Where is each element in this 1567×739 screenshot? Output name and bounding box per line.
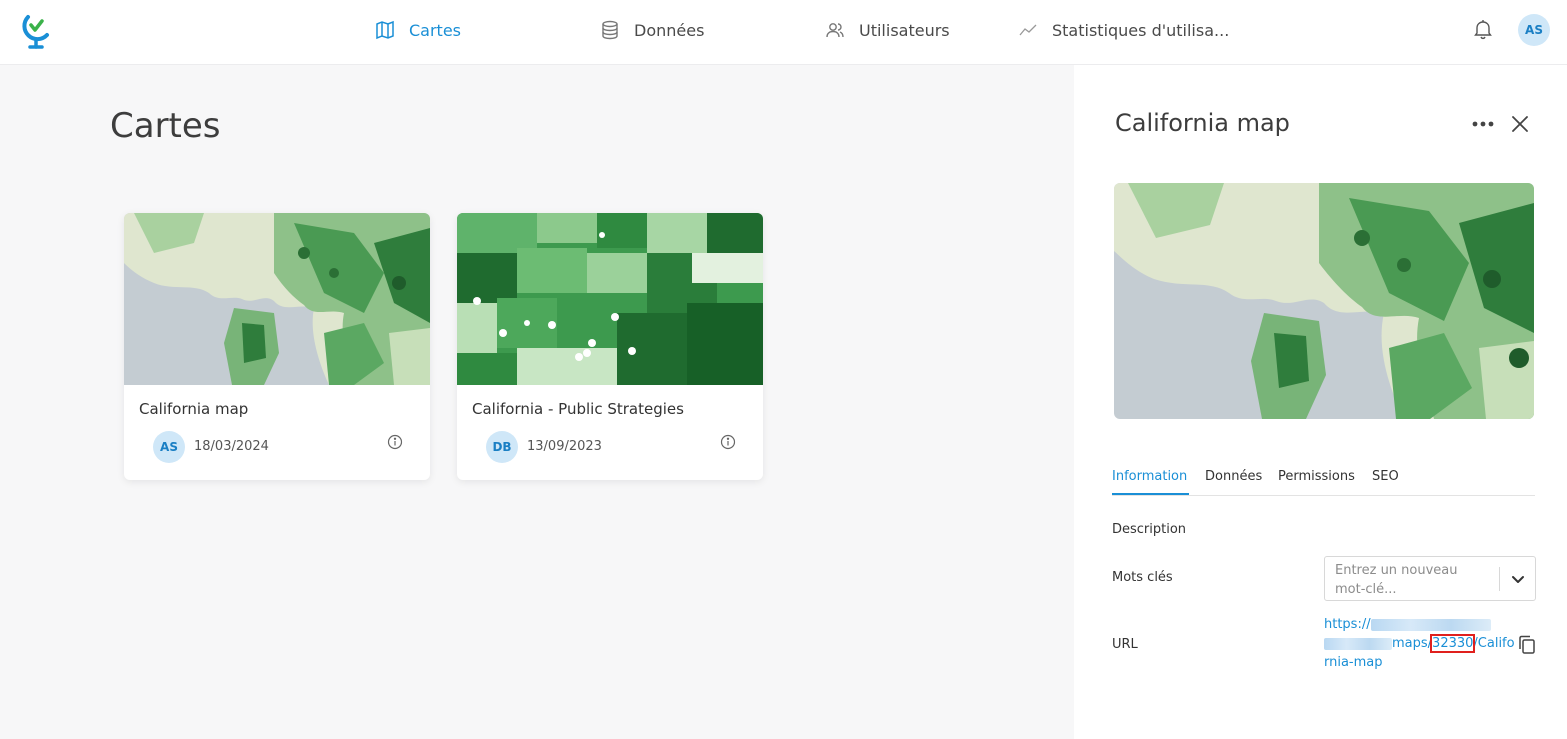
- url-prefix: https://: [1324, 617, 1371, 632]
- bell-icon[interactable]: [1471, 17, 1495, 41]
- keywords-label: Mots clés: [1112, 570, 1173, 585]
- close-icon[interactable]: [1510, 114, 1530, 134]
- copy-icon[interactable]: [1518, 635, 1536, 655]
- map-card[interactable]: California map AS 18/03/2024: [124, 213, 430, 480]
- panel-title: California map: [1115, 109, 1290, 137]
- active-tab-indicator: [1112, 493, 1189, 495]
- keywords-placeholder: Entrez un nouveau mot-clé...: [1335, 563, 1458, 597]
- more-options-button[interactable]: [1470, 112, 1496, 136]
- map-card[interactable]: California - Public Strategies DB 13/09/…: [457, 213, 763, 480]
- page-title: Cartes: [110, 106, 221, 146]
- description-label: Description: [1112, 522, 1187, 537]
- redacted-domain: [1370, 618, 1491, 631]
- info-icon[interactable]: [720, 434, 736, 450]
- nav-item-statistiques[interactable]: Statistiques d'utilisa...: [1018, 0, 1229, 60]
- card-date: 18/03/2024: [194, 439, 269, 454]
- avatar: AS: [153, 431, 185, 463]
- map-thumbnail: [124, 213, 430, 385]
- panel-tabs: Information Données Permissions SEO: [1112, 461, 1535, 496]
- more-horizontal-icon: [1472, 121, 1494, 127]
- map-thumbnail: [457, 213, 763, 385]
- nav-item-label: Statistiques d'utilisa...: [1052, 20, 1230, 40]
- nav-item-donnees[interactable]: Données: [600, 0, 704, 60]
- url-map-id: 32330: [1430, 634, 1476, 653]
- map-url-link[interactable]: https://maps/32330/California-map: [1324, 615, 1516, 672]
- redacted-path: [1324, 637, 1392, 650]
- keywords-input[interactable]: Entrez un nouveau mot-clé...: [1324, 556, 1536, 601]
- nav-item-label: Données: [634, 20, 705, 40]
- nav-item-label: Utilisateurs: [859, 20, 950, 40]
- nav-item-utilisateurs[interactable]: Utilisateurs: [825, 0, 950, 60]
- user-avatar[interactable]: AS: [1518, 14, 1550, 46]
- map-details-panel: California map Information Données Permi…: [1074, 65, 1567, 739]
- nav-item-label: Cartes: [409, 20, 462, 40]
- card-title: California - Public Strategies: [472, 400, 684, 418]
- top-navigation-bar: Cartes Données Utilisateurs Statistiques…: [0, 0, 1567, 65]
- tab-donnees[interactable]: Données: [1205, 469, 1262, 484]
- app-logo-icon[interactable]: [20, 11, 52, 49]
- chevron-down-icon[interactable]: [1509, 570, 1527, 588]
- info-icon[interactable]: [387, 434, 403, 450]
- database-icon: [602, 20, 618, 40]
- chart-line-icon: [1019, 24, 1037, 36]
- avatar: DB: [486, 431, 518, 463]
- map-icon: [376, 20, 394, 40]
- tab-seo[interactable]: SEO: [1372, 469, 1399, 484]
- tab-information[interactable]: Information: [1112, 469, 1187, 484]
- tab-permissions[interactable]: Permissions: [1278, 469, 1355, 484]
- divider: [1499, 567, 1500, 591]
- nav-item-cartes[interactable]: Cartes: [375, 0, 461, 60]
- url-label: URL: [1112, 637, 1138, 652]
- card-title: California map: [139, 400, 249, 418]
- url-segment: maps/: [1392, 636, 1433, 651]
- users-icon: [826, 23, 844, 38]
- map-preview-image: [1114, 183, 1534, 419]
- card-date: 13/09/2023: [527, 439, 602, 454]
